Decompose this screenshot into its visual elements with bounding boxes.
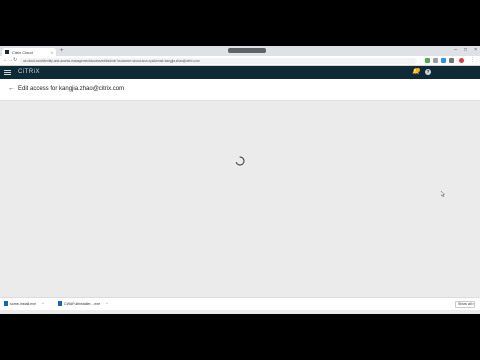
- back-button[interactable]: ←: [8, 85, 15, 93]
- downloads-bar: some-install.exe ^ CWAFullInstaller....e…: [0, 297, 480, 310]
- new-tab-button[interactable]: +: [60, 48, 64, 54]
- tab-close-button[interactable]: ×: [51, 50, 53, 55]
- extension-icon[interactable]: [449, 58, 454, 63]
- recording-indicator: [228, 48, 266, 53]
- reload-icon[interactable]: ↻: [13, 58, 17, 63]
- close-downloads-bar-button[interactable]: ×: [472, 301, 474, 306]
- help-icon[interactable]: ?: [425, 69, 431, 75]
- minimize-button[interactable]: –: [454, 47, 457, 53]
- citrix-logo[interactable]: CiTRiX: [18, 69, 40, 75]
- citrix-app-bar: CiTRiX 🔔 ?: [0, 66, 480, 79]
- window-controls: – □ ×: [454, 47, 477, 53]
- download-item[interactable]: CWAFullInstaller....exe ^: [58, 301, 108, 306]
- file-icon: [58, 301, 62, 306]
- browser-menu-icon[interactable]: ⋮: [470, 58, 475, 63]
- download-filename: CWAFullInstaller....exe: [64, 301, 101, 306]
- address-bar-row: ← → ↻ us.cloud.com/identity-and-access-m…: [0, 56, 480, 66]
- page-header: ← Edit access for kangjia.zhao@citrix.co…: [0, 79, 480, 101]
- mouse-cursor-icon: [441, 191, 445, 197]
- download-options-icon[interactable]: ^: [106, 302, 108, 306]
- browser-tab[interactable]: Citrix Cloud ×: [2, 48, 56, 56]
- download-item[interactable]: some-install.exe ^: [4, 301, 44, 306]
- tab-strip: Citrix Cloud × + – □ ×: [0, 46, 480, 56]
- loading-spinner-icon: [235, 156, 245, 166]
- close-window-button[interactable]: ×: [474, 47, 477, 53]
- extension-icon[interactable]: [441, 58, 446, 63]
- profile-avatar[interactable]: [459, 58, 464, 63]
- favicon-icon: [5, 50, 9, 54]
- extension-icon[interactable]: [433, 58, 438, 63]
- notification-badge: [416, 68, 420, 72]
- page-title: Edit access for kangjia.zhao@citrix.com: [18, 86, 125, 92]
- maximize-button[interactable]: □: [464, 47, 467, 53]
- address-input[interactable]: us.cloud.com/identity-and-access-managem…: [19, 58, 417, 64]
- file-icon: [4, 301, 8, 306]
- browser-window: Citrix Cloud × + – □ × ← → ↻ us.cloud.co…: [0, 46, 480, 314]
- download-filename: some-install.exe: [10, 301, 36, 306]
- extension-icon[interactable]: [425, 58, 430, 63]
- hamburger-menu-icon[interactable]: [4, 70, 11, 75]
- tab-title: Citrix Cloud: [12, 49, 33, 55]
- download-options-icon[interactable]: ^: [42, 302, 44, 306]
